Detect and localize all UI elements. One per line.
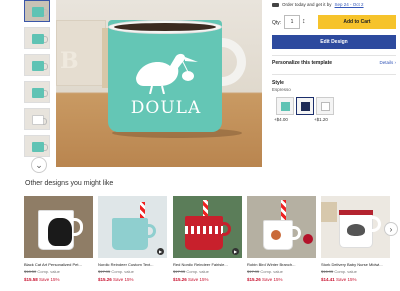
style-value: Espresso: [272, 87, 291, 92]
block-letter: B: [60, 48, 79, 74]
style-option-espresso[interactable]: [276, 97, 294, 115]
thumbnails-scroll-down-button[interactable]: ⌄: [31, 157, 47, 173]
coffee: [114, 23, 216, 31]
play-icon[interactable]: ▶: [157, 248, 164, 255]
qty-label: Qty:: [272, 20, 282, 26]
delivery-info: Order today and get it by Sep 24 - Oct 2: [272, 2, 396, 7]
wooden-block: [321, 202, 337, 222]
thumbnail-5[interactable]: [24, 108, 50, 130]
ornament: [303, 234, 313, 244]
product-image: [24, 196, 93, 258]
quantity-stepper[interactable]: ↕: [302, 18, 306, 25]
delivery-dates-link[interactable]: Sep 24 - Oct 2: [335, 2, 364, 7]
thumbnail-3[interactable]: [24, 54, 50, 76]
cat-illustration: [48, 218, 72, 246]
details-link[interactable]: Details ›: [379, 60, 396, 65]
truck-icon: [272, 2, 279, 7]
play-icon[interactable]: ▶: [232, 248, 239, 255]
product-image: ▶: [173, 196, 242, 258]
style-option-3[interactable]: [316, 97, 334, 115]
product-image: [247, 196, 316, 258]
add-to-cart-button[interactable]: Add to Cart: [318, 15, 396, 29]
main-product-image[interactable]: B DOULA: [56, 0, 262, 167]
chevron-down-icon: ⌄: [35, 159, 43, 170]
style-option-price: +$4.00: [274, 117, 288, 122]
thumbnail-4[interactable]: [24, 81, 50, 103]
carousel-next-button[interactable]: ›: [384, 222, 398, 236]
product-card[interactable]: ▶ Red Nordic Reindeer Fairisle... $17.95…: [173, 196, 242, 282]
product-image: [321, 196, 390, 258]
mug-print-text: DOULA: [130, 98, 202, 118]
personalize-heading: Personalize this template: [272, 60, 333, 66]
style-label: Style: [272, 80, 284, 86]
product-image: ▶: [98, 196, 167, 258]
edit-design-button[interactable]: Edit Design: [272, 35, 396, 49]
thumbnail-6[interactable]: [24, 135, 50, 157]
product-card[interactable]: Black Cat Art Personalized Pet... $18.50…: [24, 196, 93, 282]
chevron-right-icon: ›: [389, 224, 393, 234]
robin-illustration: [271, 230, 281, 240]
product-card[interactable]: Robin Bird Winter Branch... $17.95 Comp.…: [247, 196, 316, 282]
product-card[interactable]: ▶ Nordic Reindeer Custom Text... $17.95 …: [98, 196, 167, 282]
quantity-input[interactable]: 1: [284, 15, 300, 29]
recommendations-title: Other designs you might like: [25, 180, 114, 187]
thumbnail-1[interactable]: [24, 0, 50, 22]
style-option-2[interactable]: [296, 97, 314, 115]
stork-illustration: [347, 224, 365, 236]
style-option-price: +$1.20: [314, 117, 328, 122]
thumbnail-2[interactable]: [24, 27, 50, 49]
thumbnail-list: [24, 0, 50, 162]
product-card[interactable]: Stork Delivery Baby Nurse Midwi... $16.9…: [321, 196, 390, 282]
mug: DOULA: [108, 20, 222, 132]
stork-illustration: [136, 53, 198, 94]
